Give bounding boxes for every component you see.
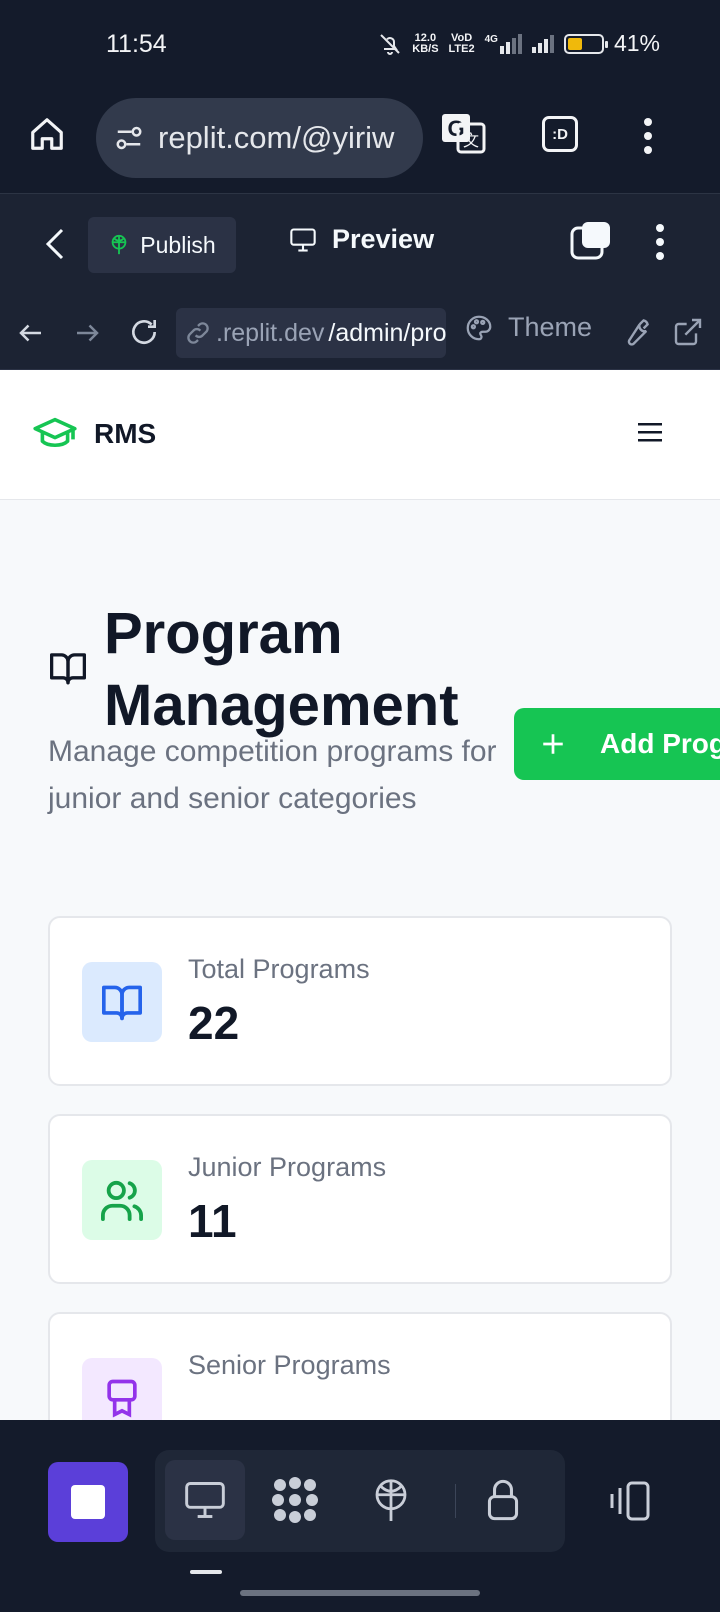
mute-icon (378, 32, 402, 56)
battery-percent: 41% (613, 30, 660, 56)
agent-dots-icon (270, 1475, 320, 1525)
address-text: replit.com/@yiriw (158, 120, 395, 155)
deploy-tree-icon (108, 233, 130, 257)
status-bar: 11:54 12.0 KB/S VoD LTE2 4G 41% (0, 0, 720, 90)
users-icon (99, 1179, 145, 1221)
site-settings-icon[interactable] (114, 123, 144, 153)
tab-switcher-button[interactable]: :D (542, 116, 578, 152)
palette-icon (464, 313, 494, 343)
dock-deploy-button[interactable] (351, 1460, 431, 1540)
battery-icon (563, 33, 608, 54)
deploy-tree-icon (370, 1477, 412, 1523)
translate-icon[interactable]: G文 (440, 110, 486, 156)
stat-card-senior: Senior Programs (48, 1312, 672, 1420)
stop-button[interactable] (48, 1462, 128, 1542)
stop-icon (71, 1485, 105, 1519)
hamburger-menu-icon[interactable] (636, 420, 664, 444)
dock-indicator (190, 1570, 222, 1574)
address-bar[interactable]: replit.com/@yiriw (96, 98, 423, 178)
net-speed-unit: KB/S (412, 42, 439, 55)
home-icon[interactable] (28, 114, 66, 154)
svg-text:文: 文 (463, 132, 479, 150)
stat-value: 11 (188, 1195, 237, 1247)
url-host: .replit.dev (216, 318, 325, 347)
plus-icon (540, 731, 566, 757)
page-subtitle: Manage competition programs for junior a… (48, 735, 497, 815)
dock-divider (455, 1484, 456, 1518)
browser-toolbar: replit.com/@yiriw G文 :D (0, 90, 720, 194)
lock-icon (485, 1478, 521, 1522)
stat-card-junior: Junior Programs 11 (48, 1114, 672, 1284)
brand-name: RMS (94, 418, 157, 449)
webview-nav: .replit.dev/admin/pro Theme (0, 298, 720, 370)
add-program-label: Add Prog (600, 728, 720, 759)
url-path: /admin/pro (328, 318, 446, 347)
reload-icon[interactable] (128, 316, 160, 348)
stat-label: Senior Programs (188, 1350, 391, 1380)
net-speed-value: 12.0 (414, 31, 437, 44)
graduation-cap-icon (32, 416, 78, 452)
network-type: 4G (484, 33, 498, 45)
brand[interactable]: RMS (32, 416, 156, 452)
dock-tools (155, 1450, 565, 1552)
book-open-icon (100, 982, 144, 1022)
stat-icon-box (82, 962, 162, 1042)
award-icon (100, 1376, 144, 1420)
stat-label: Junior Programs (188, 1152, 387, 1182)
back-chevron-icon[interactable] (44, 226, 66, 262)
gesture-bar (240, 1590, 480, 1596)
status-time: 11:54 (106, 30, 167, 58)
dock-secrets-button[interactable] (463, 1460, 543, 1540)
stat-label: Total Programs (188, 954, 370, 984)
monitor-icon (288, 226, 318, 254)
replit-dock (0, 1420, 720, 1612)
signal-2-icon (531, 34, 554, 53)
app-page: RMS Program Management Manage competitio… (0, 370, 720, 1420)
volte-top: VoD (450, 31, 473, 44)
preview-label: Preview (332, 224, 435, 254)
open-external-icon[interactable] (672, 316, 704, 348)
status-icons: 12.0 KB/S VoD LTE2 4G 41% (378, 30, 660, 57)
preview-tab[interactable]: Preview (288, 224, 434, 255)
page-title: Program Management (104, 601, 459, 738)
stat-icon-box (82, 1160, 162, 1240)
nav-back-icon[interactable] (16, 318, 46, 348)
svg-text:G: G (447, 116, 464, 141)
nav-forward-icon[interactable] (72, 318, 102, 348)
publish-button[interactable]: Publish (88, 217, 236, 273)
volte-indicator: VoD LTE2 (448, 31, 475, 55)
signal-1-icon: 4G (484, 33, 522, 54)
dock-agent-button[interactable] (255, 1460, 335, 1540)
theme-button[interactable]: Theme (464, 312, 592, 343)
volte-bottom: LTE2 (448, 42, 475, 55)
webview-url-field[interactable]: .replit.dev/admin/pro (176, 308, 446, 358)
stat-card-total: Total Programs 22 (48, 916, 672, 1086)
monitor-icon (182, 1478, 228, 1522)
link-icon (184, 319, 212, 347)
add-program-button[interactable]: Add Prog (514, 708, 720, 780)
app-header: RMS (0, 370, 720, 500)
tab-menu-icon[interactable] (654, 222, 666, 262)
layout-switch-icon[interactable] (606, 1480, 654, 1522)
stat-value: 22 (188, 997, 240, 1049)
replit-toolbar: Publish Preview (0, 194, 720, 298)
multi-window-icon[interactable] (570, 220, 612, 262)
browser-menu-icon[interactable] (642, 116, 654, 156)
book-open-icon (48, 650, 88, 686)
tab-badge: :D (552, 125, 568, 143)
stat-icon-box (82, 1358, 162, 1420)
devtools-wrench-icon[interactable] (620, 316, 652, 348)
net-speed: 12.0 KB/S (412, 31, 439, 55)
dock-preview-button[interactable] (165, 1460, 245, 1540)
publish-label: Publish (140, 231, 216, 258)
theme-label: Theme (508, 312, 593, 342)
